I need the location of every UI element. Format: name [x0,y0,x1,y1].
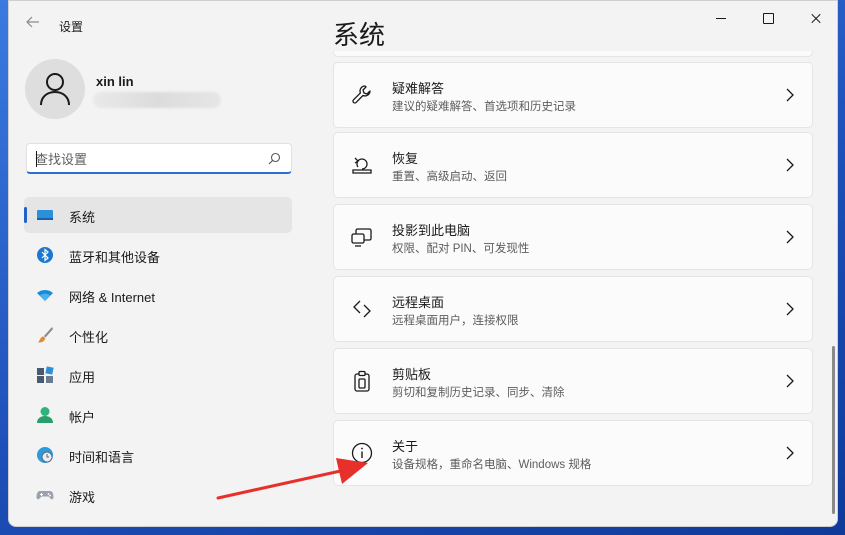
wrench-icon [352,85,371,104]
app-title: 设置 [59,20,84,34]
settings-card-recovery[interactable]: 恢复 重置、高级启动、返回 [333,132,813,198]
sidebar-item-label: 时间和语言 [69,450,135,465]
card-subtitle: 设备规格，重命名电脑、Windows 规格 [392,459,592,471]
settings-card-project-to-pc[interactable]: 投影到此电脑 权限、配对 PIN、可发现性 [333,204,813,270]
maximize-button[interactable] [750,9,786,29]
card-title: 疑难解答 [392,81,445,96]
arrow-left-icon [26,16,39,28]
chevron-right-icon [786,158,794,172]
sidebar-item-label: 蓝牙和其他设备 [69,250,161,265]
back-button[interactable] [23,15,43,35]
search-input[interactable] [35,150,255,168]
search-icon[interactable] [268,152,281,165]
settings-card-troubleshoot[interactable]: 疑难解答 建议的疑难解答、首选项和历史记录 [333,62,813,128]
bluetooth-icon [37,247,53,263]
sidebar-item-label: 应用 [69,370,96,385]
user-name: xin lin [96,74,134,89]
sidebar-item-apps[interactable]: 应用 [24,357,292,393]
sidebar-item-bluetooth[interactable]: 蓝牙和其他设备 [24,237,292,273]
apps-icon [37,366,54,383]
previous-card-edge [333,51,813,57]
wifi-icon [37,290,53,301]
page-title: 系统 [333,20,386,50]
card-title: 剪贴板 [392,367,432,382]
card-subtitle: 权限、配对 PIN、可发现性 [392,243,530,255]
avatar[interactable] [25,59,85,119]
close-button[interactable] [798,9,834,29]
settings-window: 设置 xin lin 系统 蓝牙和其他设备 [8,0,838,527]
recovery-icon [352,157,372,174]
sidebar-item-label: 游戏 [69,490,96,505]
info-icon [351,442,373,464]
user-email-redacted [93,92,221,108]
user-icon [40,73,70,106]
chevron-right-icon [786,230,794,244]
sidebar-item-label: 帐户 [69,410,96,425]
chevron-right-icon [786,302,794,316]
card-subtitle: 建议的疑难解答、首选项和历史记录 [392,101,576,113]
system-icon [37,210,53,220]
card-title: 关于 [392,439,419,454]
remote-desktop-icon [353,300,371,318]
chevron-right-icon [786,446,794,460]
gamepad-icon [36,491,54,500]
paintbrush-icon [38,327,53,343]
card-subtitle: 重置、高级启动、返回 [392,171,507,183]
sidebar-item-time-language[interactable]: 时间和语言 [24,437,292,473]
chevron-right-icon [786,88,794,102]
chevron-right-icon [786,374,794,388]
sidebar-item-label: 系统 [69,210,96,225]
card-title: 远程桌面 [392,295,445,310]
sidebar-item-label: 个性化 [69,330,109,345]
sidebar-item-system[interactable]: 系统 [24,197,292,233]
sidebar-item-personalization[interactable]: 个性化 [24,317,292,353]
settings-card-remote-desktop[interactable]: 远程桌面 远程桌面用户，连接权限 [333,276,813,342]
settings-card-about[interactable]: 关于 设备规格，重命名电脑、Windows 规格 [333,420,813,486]
clock-globe-icon [37,447,53,463]
settings-card-clipboard[interactable]: 剪贴板 剪切和复制历史记录、同步、清除 [333,348,813,414]
person-icon [37,407,53,423]
sidebar-item-gaming[interactable]: 游戏 [24,477,292,513]
search-box[interactable] [26,143,292,174]
card-title: 投影到此电脑 [392,223,471,238]
sidebar-item-label: 网络 & Internet [69,290,155,305]
selection-indicator [24,207,27,223]
sidebar-item-network[interactable]: 网络 & Internet [24,277,292,313]
sidebar-item-accounts[interactable]: 帐户 [24,397,292,433]
project-icon [351,228,372,247]
text-caret [36,151,37,167]
card-title: 恢复 [392,151,419,166]
card-subtitle: 剪切和复制历史记录、同步、清除 [392,387,565,399]
scrollbar[interactable] [832,346,835,514]
clipboard-icon [354,370,370,392]
card-subtitle: 远程桌面用户，连接权限 [392,315,519,327]
minimize-button[interactable] [703,9,739,29]
